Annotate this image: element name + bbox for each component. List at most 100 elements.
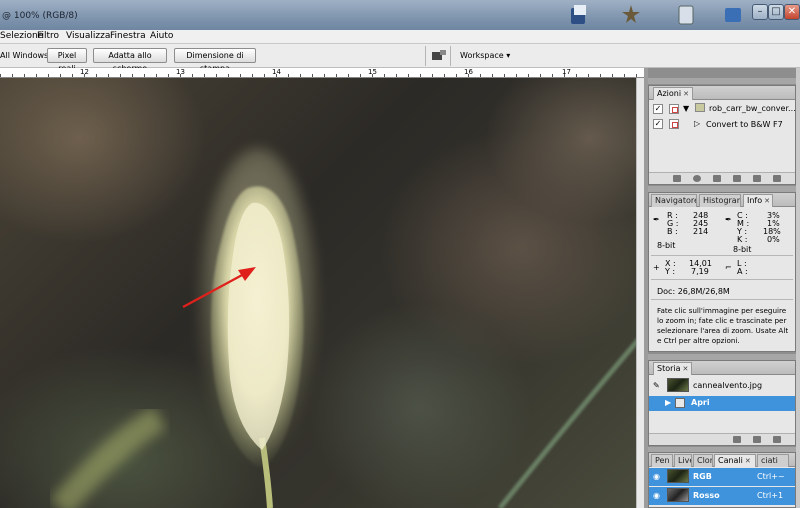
ruler-tick bbox=[444, 74, 445, 77]
ruler-tick bbox=[612, 74, 613, 77]
action-set-row[interactable]: ✓ ▼ rob_carr_bw_conver... bbox=[649, 102, 796, 116]
action-set-name: rob_carr_bw_conver... bbox=[709, 104, 796, 113]
workspace-icon[interactable] bbox=[432, 50, 446, 61]
canvas-scrollbar[interactable] bbox=[636, 78, 644, 508]
ruler-tick bbox=[0, 74, 1, 77]
maximize-button[interactable]: □ bbox=[768, 4, 784, 20]
actions-toolbar bbox=[649, 172, 795, 184]
new-document-icon[interactable] bbox=[733, 436, 741, 443]
close-button[interactable]: ✕ bbox=[784, 4, 800, 20]
ruler-tick bbox=[540, 74, 541, 77]
dock-edge bbox=[796, 68, 800, 508]
history-step-row[interactable]: ▶ Apri bbox=[649, 396, 795, 411]
ruler-tick bbox=[528, 74, 529, 77]
image-canvas[interactable] bbox=[0, 78, 644, 508]
ruler-tick bbox=[252, 74, 253, 77]
history-panel: Storia ✕ ✎ cannealvento.jpg ▶ Apri bbox=[648, 360, 796, 446]
channel-thumbnail bbox=[667, 469, 689, 483]
fit-screen-button[interactable]: Adatta allo schermo bbox=[93, 48, 167, 73]
dialog-toggle-icon[interactable] bbox=[669, 104, 679, 114]
snapshot-thumbnail bbox=[667, 378, 689, 392]
stop-icon[interactable] bbox=[673, 175, 681, 182]
record-icon[interactable] bbox=[693, 175, 701, 182]
ruler-tick bbox=[180, 74, 181, 77]
ruler-tick bbox=[156, 74, 157, 77]
close-icon[interactable]: ✕ bbox=[745, 457, 751, 465]
channel-row-rgb[interactable]: ◉ RGB Ctrl+~ bbox=[649, 468, 795, 486]
tab-info[interactable]: Info ✕ bbox=[743, 194, 773, 207]
ruler-tick bbox=[624, 74, 625, 77]
ruler-tick bbox=[108, 74, 109, 77]
close-icon[interactable]: ✕ bbox=[683, 90, 689, 98]
new-set-icon[interactable] bbox=[733, 175, 741, 182]
ruler-tick bbox=[456, 74, 457, 77]
channels-panel: Pen Live Clor Canali✕ ciati ◉ RGB Ctrl+~… bbox=[648, 452, 796, 508]
tab-paths[interactable]: Pen bbox=[651, 454, 673, 467]
tab-layers[interactable]: Live bbox=[674, 454, 692, 467]
eye-icon[interactable]: ◉ bbox=[653, 472, 660, 481]
tab-history[interactable]: Storia ✕ bbox=[653, 362, 693, 375]
menu-bar: Selezione Filtro Visualizza Finestra Aiu… bbox=[0, 30, 800, 44]
menu-visualizza[interactable]: Visualizza bbox=[66, 31, 110, 41]
ruler-tick bbox=[600, 74, 601, 77]
ruler-tick bbox=[552, 74, 553, 77]
ruler-tick bbox=[216, 74, 217, 77]
document-size: Doc: 26,8M/26,8M bbox=[657, 287, 730, 296]
ruler-tick bbox=[168, 74, 169, 77]
channel-row-red[interactable]: ◉ Rosso Ctrl+1 bbox=[649, 487, 795, 505]
checkmark-icon[interactable]: ✓ bbox=[653, 119, 663, 129]
history-step-name: Apri bbox=[691, 398, 710, 407]
tab-actions[interactable]: Azioni ✕ bbox=[653, 87, 693, 100]
minimize-button[interactable]: – bbox=[752, 4, 768, 20]
print-size-button[interactable]: Dimensione di stampa bbox=[174, 48, 256, 73]
channel-name: Rosso bbox=[693, 491, 720, 500]
play-icon[interactable] bbox=[713, 175, 721, 182]
taskbar-app-icon[interactable] bbox=[568, 2, 590, 26]
tab-presets[interactable]: ciati bbox=[757, 454, 789, 467]
ruler-tick bbox=[348, 74, 349, 77]
eye-icon[interactable]: ◉ bbox=[653, 491, 660, 500]
ruler-tick bbox=[12, 74, 13, 77]
tab-histogram[interactable]: Histogram bbox=[699, 194, 741, 207]
trash-icon[interactable] bbox=[773, 175, 781, 182]
ruler-tick bbox=[48, 74, 49, 77]
actual-pixels-button[interactable]: Pixel reali bbox=[47, 48, 87, 73]
ruler-tick bbox=[36, 74, 37, 77]
close-icon[interactable]: ✕ bbox=[683, 365, 689, 373]
dialog-toggle-icon[interactable] bbox=[669, 119, 679, 129]
history-snapshot-row[interactable]: ✎ cannealvento.jpg bbox=[649, 377, 795, 395]
tab-navigator[interactable]: Navigatore bbox=[651, 194, 697, 207]
menu-filtro[interactable]: Filtro bbox=[37, 31, 59, 41]
tab-channels[interactable]: Canali ✕ bbox=[714, 454, 756, 467]
menu-finestra[interactable]: Finestra bbox=[110, 31, 146, 41]
brush-source-icon[interactable]: ✎ bbox=[653, 381, 660, 390]
info-k-label: K : bbox=[737, 235, 748, 244]
trash-icon[interactable] bbox=[773, 436, 781, 443]
ruler-tick bbox=[288, 74, 289, 77]
all-windows-label[interactable]: All Windows bbox=[0, 51, 48, 60]
close-icon[interactable]: ✕ bbox=[764, 197, 770, 205]
checkmark-icon[interactable]: ✓ bbox=[653, 104, 663, 114]
taskbar-app-icon[interactable] bbox=[620, 2, 642, 26]
new-action-icon[interactable] bbox=[753, 175, 761, 182]
ruler-tick bbox=[576, 74, 577, 77]
taskbar-app-icon[interactable] bbox=[722, 2, 744, 26]
channel-shortcut: Ctrl+1 bbox=[757, 491, 784, 500]
snapshot-name: cannealvento.jpg bbox=[693, 381, 763, 390]
play-triangle-icon[interactable]: ▷ bbox=[694, 119, 700, 128]
menu-aiuto[interactable]: Aiuto bbox=[150, 31, 173, 41]
eyedropper-icon: ✒ bbox=[725, 215, 732, 224]
tab-clone[interactable]: Clor bbox=[693, 454, 713, 467]
ruler-tick bbox=[312, 74, 313, 77]
chevron-down-icon[interactable]: ▼ bbox=[683, 104, 689, 113]
panel-grip[interactable] bbox=[648, 78, 796, 84]
action-row[interactable]: ✓ ▷ Convert to B&W F7 bbox=[649, 117, 795, 131]
ruler-tick bbox=[192, 74, 193, 77]
ruler-tick bbox=[240, 74, 241, 77]
workspace-menu[interactable]: Workspace ▾ bbox=[460, 51, 510, 60]
photo-grass-plume bbox=[50, 148, 642, 508]
eyedropper-icon: ✒ bbox=[653, 215, 660, 224]
info-panel: Navigatore Histogram Info ✕ ✒ R : G : B :… bbox=[648, 192, 796, 352]
taskbar-app-icon[interactable] bbox=[675, 2, 697, 26]
camera-icon[interactable] bbox=[753, 436, 761, 443]
